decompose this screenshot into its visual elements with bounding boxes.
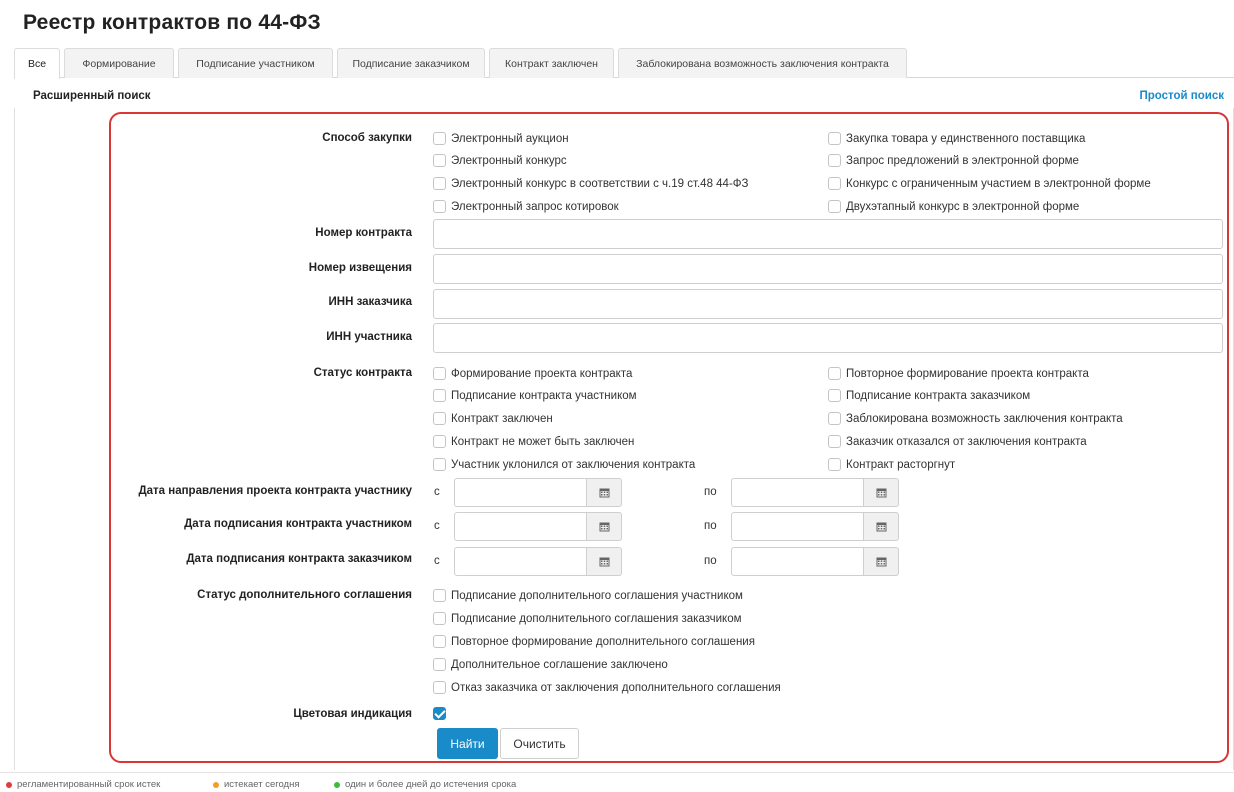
legend-item-expired: регламентированный срок истек <box>6 779 160 790</box>
checkbox-electronic-quotation[interactable]: Электронный запрос котировок <box>433 200 619 213</box>
orange-dot-icon <box>213 781 219 788</box>
checkbox-supp-participant-signing[interactable]: Подписание дополнительного соглашения уч… <box>433 589 743 602</box>
red-dot-icon <box>6 781 12 788</box>
customer-inn-input[interactable] <box>433 289 1223 319</box>
checkbox-single-supplier[interactable]: Закупка товара у единственного поставщик… <box>828 132 1085 145</box>
participant-inn-label: ИНН участника <box>326 331 412 343</box>
date-sent-label: Дата направления проекта контракта участ… <box>138 485 412 497</box>
checkbox-status-terminated[interactable]: Контракт расторгнут <box>828 458 955 471</box>
calendar-icon[interactable] <box>864 547 899 576</box>
date-customer-to-label: по <box>704 555 717 567</box>
checkbox-electronic-tender[interactable]: Электронный конкурс <box>433 154 567 167</box>
date-participant-signed-label: Дата подписания контракта участником <box>184 518 412 530</box>
page-title: Реестр контрактов по 44-ФЗ <box>23 11 321 34</box>
contract-number-label: Номер контракта <box>315 227 412 239</box>
date-sent-to-label: по <box>704 486 717 498</box>
tab-formation[interactable]: Формирование <box>64 48 174 78</box>
status-tabs: Все Формирование Подписание участником П… <box>14 48 1234 79</box>
date-sent-from-input[interactable] <box>454 478 587 507</box>
tab-contract-concluded[interactable]: Контракт заключен <box>489 48 614 78</box>
checkbox-supp-concluded[interactable]: Дополнительное соглашение заключено <box>433 658 668 671</box>
contract-status-label: Статус контракта <box>313 367 412 379</box>
calendar-icon[interactable] <box>864 478 899 507</box>
contract-number-input[interactable] <box>433 219 1223 249</box>
checkbox-status-cannot-conclude[interactable]: Контракт не может быть заключен <box>433 435 634 448</box>
checkbox-status-customer-refused[interactable]: Заказчик отказался от заключения контрак… <box>828 435 1087 448</box>
legend: регламентированный срок истек истекает с… <box>0 772 1234 792</box>
notice-number-input[interactable] <box>433 254 1223 284</box>
date-customer-to-input[interactable] <box>731 547 864 576</box>
checkbox-status-formation[interactable]: Формирование проекта контракта <box>433 367 632 380</box>
checkbox-request-proposals[interactable]: Запрос предложений в электронной форме <box>828 154 1079 167</box>
date-participant-to-label: по <box>704 520 717 532</box>
calendar-icon[interactable] <box>587 478 622 507</box>
find-button[interactable]: Найти <box>437 728 498 759</box>
checkbox-status-customer-signing[interactable]: Подписание контракта заказчиком <box>828 389 1030 402</box>
date-participant-to-input[interactable] <box>731 512 864 541</box>
calendar-icon[interactable] <box>587 512 622 541</box>
legend-item-today: истекает сегодня <box>213 779 300 790</box>
notice-number-label: Номер извещения <box>308 262 412 274</box>
date-sent-from-label: с <box>434 486 440 498</box>
checkbox-electronic-tender-ch19[interactable]: Электронный конкурс в соответствии с ч.1… <box>433 177 748 190</box>
participant-inn-input[interactable] <box>433 323 1223 353</box>
tab-blocked[interactable]: Заблокирована возможность заключения кон… <box>618 48 907 78</box>
checkbox-color-indication[interactable] <box>433 707 451 720</box>
checkbox-status-participant-signing[interactable]: Подписание контракта участником <box>433 389 637 402</box>
green-dot-icon <box>334 781 340 788</box>
check-icon <box>433 707 446 720</box>
supplement-status-label: Статус дополнительного соглашения <box>197 589 412 601</box>
date-customer-from-input[interactable] <box>454 547 587 576</box>
calendar-icon[interactable] <box>864 512 899 541</box>
checkbox-status-participant-evaded[interactable]: Участник уклонился от заключения контрак… <box>433 458 695 471</box>
color-indication-label: Цветовая индикация <box>293 708 412 720</box>
date-sent-to-input[interactable] <box>731 478 864 507</box>
checkbox-limited-tender[interactable]: Конкурс с ограниченным участием в электр… <box>828 177 1151 190</box>
checkbox-status-blocked[interactable]: Заблокирована возможность заключения кон… <box>828 412 1123 425</box>
checkbox-supp-customer-signing[interactable]: Подписание дополнительного соглашения за… <box>433 612 742 625</box>
checkbox-two-stage-tender[interactable]: Двухэтапный конкурс в электронной форме <box>828 200 1079 213</box>
date-participant-from-input[interactable] <box>454 512 587 541</box>
checkbox-supp-customer-refusal[interactable]: Отказ заказчика от заключения дополнител… <box>433 681 781 694</box>
advanced-search-title: Расширенный поиск <box>33 90 151 102</box>
date-customer-signed-label: Дата подписания контракта заказчиком <box>186 553 412 565</box>
simple-search-link[interactable]: Простой поиск <box>1139 90 1224 102</box>
checkbox-status-reformation[interactable]: Повторное формирование проекта контракта <box>828 367 1089 380</box>
date-customer-from-label: с <box>434 555 440 567</box>
tab-customer-signing[interactable]: Подписание заказчиком <box>337 48 485 78</box>
date-participant-from-label: с <box>434 520 440 532</box>
tab-all[interactable]: Все <box>14 48 60 79</box>
customer-inn-label: ИНН заказчика <box>328 296 413 308</box>
clear-button[interactable]: Очистить <box>500 728 579 759</box>
tab-participant-signing[interactable]: Подписание участником <box>178 48 333 78</box>
calendar-icon[interactable] <box>587 547 622 576</box>
checkbox-electronic-auction[interactable]: Электронный аукцион <box>433 132 569 145</box>
checkbox-supp-reformation[interactable]: Повторное формирование дополнительного с… <box>433 635 755 648</box>
purchase-method-label: Способ закупки <box>322 132 412 144</box>
checkbox-status-concluded[interactable]: Контракт заключен <box>433 412 553 425</box>
legend-item-days-left: один и более дней до истечения срока <box>334 779 516 790</box>
